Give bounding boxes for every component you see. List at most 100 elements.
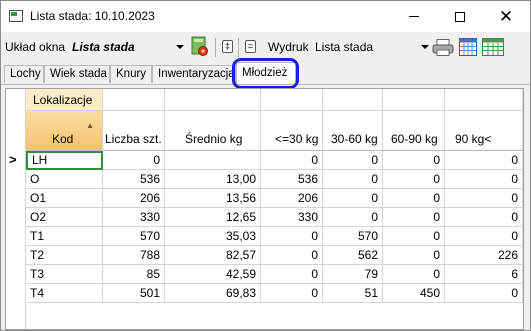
- table-row[interactable]: T4 501 69,83 0 51 450 0: [6, 284, 523, 303]
- cell-value[interactable]: 13,56: [165, 189, 261, 208]
- column-header-30kg[interactable]: <=30 kg: [261, 111, 323, 151]
- column-header-liczba[interactable]: Liczba szt.: [103, 111, 165, 151]
- layout-settings-icon[interactable]: [191, 36, 209, 58]
- cell-value[interactable]: 0: [323, 170, 383, 189]
- cell-kod[interactable]: O: [26, 170, 103, 189]
- column-header-90kg[interactable]: 90 kg<: [445, 111, 523, 151]
- cell-value[interactable]: 82,57: [165, 246, 261, 265]
- cell-value[interactable]: 570: [323, 227, 383, 246]
- table-row[interactable]: O2 330 12,65 330 0 0 0: [6, 208, 523, 227]
- cell-value[interactable]: 0: [383, 227, 445, 246]
- tab-wiek-stada[interactable]: Wiek stada: [44, 65, 110, 83]
- table-row[interactable]: T3 85 42,59 0 79 0 6: [6, 265, 523, 284]
- cell-value[interactable]: 206: [261, 189, 323, 208]
- main-window: Lista stada: 10.10.2023 ✕ Układ okna Lis…: [0, 0, 531, 331]
- cell-value[interactable]: 0: [445, 151, 523, 170]
- close-button[interactable]: ✕: [483, 1, 529, 32]
- cell-value[interactable]: 0: [383, 189, 445, 208]
- table-row[interactable]: T2 788 82,57 0 562 0 226: [6, 246, 523, 265]
- cell-value[interactable]: 562: [323, 246, 383, 265]
- cell-value[interactable]: 35,03: [165, 227, 261, 246]
- cell-value[interactable]: 0: [445, 189, 523, 208]
- collapse-rows-button[interactable]: =: [245, 40, 256, 53]
- tab-knury[interactable]: Knury: [110, 65, 152, 83]
- cell-value[interactable]: 51: [323, 284, 383, 303]
- group-header-empty: [261, 89, 323, 111]
- cell-value[interactable]: 330: [103, 208, 165, 227]
- cell-value[interactable]: 788: [103, 246, 165, 265]
- cell-value[interactable]: 0: [261, 246, 323, 265]
- calendar-icon[interactable]: [459, 38, 477, 56]
- expand-rows-button[interactable]: ‡: [222, 40, 233, 53]
- cell-value[interactable]: 0: [383, 170, 445, 189]
- cell-kod[interactable]: T3: [26, 265, 103, 284]
- window-title: Lista stada: 10.10.2023: [30, 9, 155, 23]
- cell-value[interactable]: 0: [383, 151, 445, 170]
- cell-value[interactable]: 226: [445, 246, 523, 265]
- cell-value[interactable]: 6: [445, 265, 523, 284]
- chevron-down-icon: [176, 45, 184, 49]
- calendar-grid-icon[interactable]: [482, 38, 504, 56]
- table-row[interactable]: T1 570 35,03 0 570 0 0: [6, 227, 523, 246]
- cell-value[interactable]: [165, 151, 261, 170]
- cell-value[interactable]: 0: [261, 151, 323, 170]
- cell-value[interactable]: 501: [103, 284, 165, 303]
- tab-inwentaryzacja[interactable]: Inwentaryzacja: [152, 65, 236, 83]
- cell-value[interactable]: 79: [323, 265, 383, 284]
- group-header-lokalizacje: Lokalizacje: [26, 89, 103, 111]
- tab-lochy[interactable]: Lochy: [4, 65, 44, 83]
- maximize-button[interactable]: [437, 1, 483, 32]
- tab-mlodziez[interactable]: Młodzież: [236, 62, 296, 84]
- cell-value[interactable]: 536: [261, 170, 323, 189]
- cell-value[interactable]: 0: [445, 284, 523, 303]
- cell-value[interactable]: 206: [103, 189, 165, 208]
- column-header-srednio[interactable]: Średnio kg: [165, 111, 261, 151]
- group-header-empty: [103, 89, 165, 111]
- cell-value[interactable]: 570: [103, 227, 165, 246]
- cell-kod[interactable]: O1: [26, 189, 103, 208]
- cell-kod[interactable]: T2: [26, 246, 103, 265]
- cell-value[interactable]: 0: [103, 151, 165, 170]
- cell-value[interactable]: 0: [323, 189, 383, 208]
- column-header-30-60kg[interactable]: 30-60 kg: [323, 111, 383, 151]
- close-icon: ✕: [498, 7, 514, 26]
- group-header-empty: [323, 89, 383, 111]
- cell-value[interactable]: 536: [103, 170, 165, 189]
- table-row[interactable]: O1 206 13,56 206 0 0 0: [6, 189, 523, 208]
- cell-value[interactable]: 0: [323, 151, 383, 170]
- cell-value[interactable]: 0: [261, 284, 323, 303]
- chevron-down-icon: [421, 45, 429, 49]
- cell-value[interactable]: 0: [445, 208, 523, 227]
- minimize-button[interactable]: [391, 1, 437, 32]
- cell-value[interactable]: 42,59: [165, 265, 261, 284]
- cell-value[interactable]: 13,00: [165, 170, 261, 189]
- cell-value[interactable]: 0: [261, 265, 323, 284]
- layout-combo[interactable]: Lista stada: [68, 37, 184, 57]
- tab-strip: Lochy Wiek stada Knury Inwentaryzacja Mł…: [1, 62, 530, 85]
- print-combo[interactable]: Lista stada: [313, 37, 429, 57]
- maximize-icon: [455, 11, 465, 22]
- table-row[interactable]: > LH 0 0 0 0 0: [6, 151, 523, 170]
- cell-value[interactable]: 450: [383, 284, 445, 303]
- table-row[interactable]: O 536 13,00 536 0 0 0: [6, 170, 523, 189]
- cell-kod[interactable]: T4: [26, 284, 103, 303]
- printer-icon[interactable]: [432, 39, 454, 56]
- minimize-icon: [409, 16, 419, 17]
- column-header-60-90kg[interactable]: 60-90 kg: [383, 111, 445, 151]
- cell-value[interactable]: 0: [383, 246, 445, 265]
- cell-kod[interactable]: T1: [26, 227, 103, 246]
- cell-value[interactable]: 12,65: [165, 208, 261, 227]
- column-header-kod[interactable]: Kod ▲: [26, 111, 103, 151]
- cell-value[interactable]: 69,83: [165, 284, 261, 303]
- cell-value[interactable]: 0: [261, 227, 323, 246]
- cell-kod[interactable]: O2: [26, 208, 103, 227]
- cell-value[interactable]: 0: [383, 208, 445, 227]
- cell-value[interactable]: 0: [383, 265, 445, 284]
- cell-value[interactable]: 0: [445, 170, 523, 189]
- print-combo-value: Lista stada: [315, 40, 374, 54]
- cell-value[interactable]: 85: [103, 265, 165, 284]
- cell-kod[interactable]: LH: [26, 151, 103, 170]
- cell-value[interactable]: 0: [323, 208, 383, 227]
- cell-value[interactable]: 0: [445, 227, 523, 246]
- cell-value[interactable]: 330: [261, 208, 323, 227]
